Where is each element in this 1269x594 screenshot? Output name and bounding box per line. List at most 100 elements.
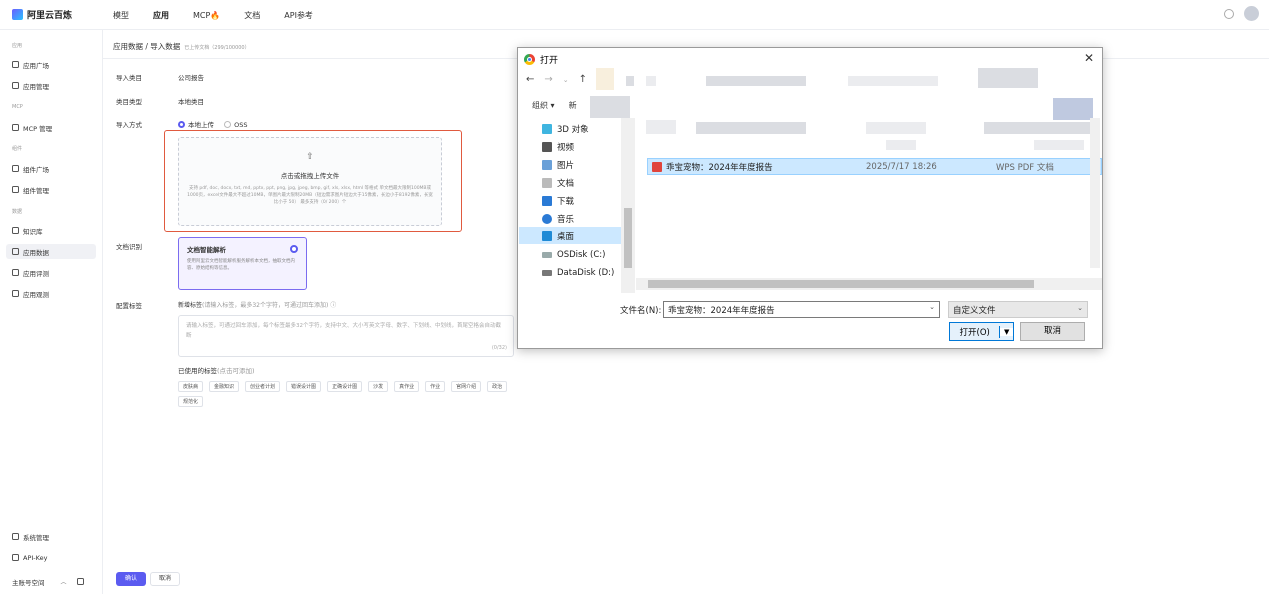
tree-scrollbar[interactable]	[621, 118, 635, 293]
sidebar-item-knowledge[interactable]: 知识库	[6, 223, 96, 238]
import-category-value: 公司报告	[178, 74, 204, 82]
sidebar-item-mcp-manage[interactable]: MCP 管理	[6, 120, 96, 135]
sidebar-item-component-manage[interactable]: 组件管理	[6, 182, 96, 197]
file-row-selected[interactable]: 乖宝宠物：2024年年度报告 2025/7/17 18:26 WPS PDF 文…	[647, 158, 1102, 175]
filename-input[interactable]: 乖宝宠物：2024年年度报告 ⌄	[663, 301, 940, 318]
forward-arrow-icon[interactable]: →	[544, 74, 552, 85]
tree-item-datadisk[interactable]: DataDisk (D:)	[542, 264, 614, 281]
evaluate-icon	[12, 269, 19, 276]
open-button-label: 打开(O)	[950, 325, 1001, 338]
tree-item-music[interactable]: 音乐	[542, 210, 574, 227]
scrollbar-thumb[interactable]	[648, 280, 1034, 288]
tree-item-videos[interactable]: 视频	[542, 138, 574, 155]
tree-item-downloads[interactable]: 下载	[542, 192, 574, 209]
sidebar-item-system[interactable]: 系统管理	[6, 529, 96, 544]
radio-oss[interactable]	[224, 121, 232, 128]
organize-button[interactable]: 组织 ▾	[532, 100, 555, 111]
new-folder-button[interactable]: 新	[569, 100, 577, 111]
settings-icon[interactable]	[1224, 8, 1234, 19]
confirm-button[interactable]: 确认	[116, 572, 146, 586]
tag-chip[interactable]: 金融知识	[209, 381, 240, 392]
open-button[interactable]: 打开(O) ▼	[949, 322, 1014, 341]
nav-model[interactable]: 模型	[113, 10, 129, 21]
dialog-cancel-button[interactable]: 取消	[1020, 322, 1085, 341]
top-bar: 阿里云百炼 模型 应用 MCP🔥 文档 API参考	[0, 0, 1269, 30]
help-icon[interactable]: ⓘ	[330, 302, 336, 309]
tree-item-osdisk[interactable]: OSDisk (C:)	[542, 246, 605, 263]
radio-local-upload[interactable]	[178, 121, 185, 128]
drive-icon	[542, 269, 552, 276]
list-hscrollbar[interactable]	[636, 278, 1102, 290]
tag-chip[interactable]: 规范化	[178, 396, 204, 407]
tag-chip[interactable]: 政治	[487, 381, 508, 392]
sidebar-item-app-observe[interactable]: 应用观测	[6, 286, 96, 301]
nav-app[interactable]: 应用	[153, 10, 169, 21]
tree-label: OSDisk (C:)	[557, 249, 606, 260]
sidebar-item-apikey[interactable]: API-Key	[6, 550, 96, 565]
category-type-label: 类目类型	[116, 98, 142, 106]
up-arrow-icon[interactable]: ↑	[579, 74, 587, 85]
collapse-icon[interactable]	[76, 578, 84, 585]
back-arrow-icon[interactable]: ←	[526, 74, 534, 85]
sidebar-item-app-manage[interactable]: 应用管理	[6, 78, 96, 93]
nav-api[interactable]: API参考	[284, 10, 313, 21]
list-scrollbar[interactable]	[1090, 118, 1100, 268]
sidebar-item-app-market[interactable]: 应用广场	[6, 57, 96, 72]
dropdown-arrow-icon[interactable]: ▼	[1000, 327, 1013, 336]
tree-item-desktop[interactable]: 桌面	[519, 227, 622, 244]
tag-chip[interactable]: 错误设计图	[286, 381, 322, 392]
scrollbar-thumb[interactable]	[624, 208, 632, 268]
cancel-button[interactable]: 取消	[150, 572, 180, 586]
component-icon	[12, 186, 19, 193]
tag-count: (0/32)	[491, 345, 507, 351]
smart-parse-title: 文档智能解析	[187, 246, 226, 254]
filetype-select[interactable]: 自定义文件 ⌄	[948, 301, 1088, 318]
chevron-down-icon[interactable]: ⌄	[563, 76, 569, 84]
observe-icon	[12, 290, 19, 297]
upload-dropzone[interactable]: ⇧ 点击或拖拽上传文件 支持 pdf, doc, docx, txt, md, …	[178, 137, 442, 226]
tag-chip[interactable]: 创业者计划	[245, 381, 281, 392]
import-category-label: 导入类目	[116, 74, 142, 82]
tag-hint: 新增标签(请输入标签，最多32个字符，可通过回车添加) ⓘ	[178, 300, 336, 309]
sidebar-item-label: 组件广场	[23, 165, 49, 174]
filename-value: 乖宝宠物：2024年年度报告	[668, 306, 775, 316]
tree-label: 3D 对象	[557, 124, 589, 135]
account-space-switcher[interactable]: 主账号空间 ︿	[6, 574, 96, 589]
import-method-label: 导入方式	[116, 121, 142, 129]
tree-item-documents[interactable]: 文档	[542, 174, 574, 191]
tag-chip[interactable]: 沙发	[368, 381, 389, 392]
tag-input[interactable]: 请输入标签，可通过回车添加，每个标签最多32个字符，支持中文、大小写英文字母、数…	[178, 315, 514, 357]
tag-hint-text: 新增标签	[178, 302, 203, 309]
avatar[interactable]	[1244, 6, 1259, 21]
mosaic-list	[886, 140, 916, 150]
sidebar-group-app: 应用	[12, 43, 23, 49]
mosaic-list	[984, 122, 1092, 134]
import-method-group: 本地上传 OSS	[178, 119, 247, 129]
tree-item-3d[interactable]: 3D 对象	[542, 120, 589, 137]
tree-item-pictures[interactable]: 图片	[542, 156, 574, 173]
nav-docs[interactable]: 文档	[244, 10, 260, 21]
smart-parse-card[interactable]: 文档智能解析 使用阿里云文档智能解析服务解析本文档，抽取文档内容、原始结构等信息…	[178, 237, 307, 290]
sidebar-item-app-eval[interactable]: 应用评测	[6, 265, 96, 280]
chevron-up-icon[interactable]: ︿	[61, 577, 67, 586]
tag-chip[interactable]: 官网介绍	[451, 381, 482, 392]
book-icon	[12, 227, 19, 234]
upload-desc: 支持 pdf, doc, docx, txt, md, pptx, ppt, p…	[187, 186, 433, 205]
category-type-value: 本地类目	[178, 98, 204, 106]
tag-chip[interactable]: 正确设计图	[327, 381, 363, 392]
tag-chip[interactable]: 皮肤病	[178, 381, 204, 392]
top-nav: 模型 应用 MCP🔥 文档 API参考	[113, 0, 313, 30]
tag-chip[interactable]: 作业	[425, 381, 446, 392]
pictures-icon	[542, 159, 552, 170]
tag-chip[interactable]: 真作业	[394, 381, 420, 392]
nav-mcp[interactable]: MCP🔥	[193, 11, 220, 20]
3d-objects-icon	[542, 123, 552, 134]
sidebar-item-component-market[interactable]: 组件广场	[6, 161, 96, 176]
sidebar-item-app-data[interactable]: 应用数据	[6, 244, 96, 259]
brand-logo[interactable]: 阿里云百炼	[12, 8, 72, 21]
close-icon[interactable]: ✕	[1084, 51, 1094, 65]
smart-parse-radio[interactable]	[290, 245, 298, 253]
mosaic-list	[1034, 140, 1084, 150]
download-icon	[542, 195, 552, 206]
chevron-down-icon[interactable]: ⌄	[929, 303, 935, 311]
